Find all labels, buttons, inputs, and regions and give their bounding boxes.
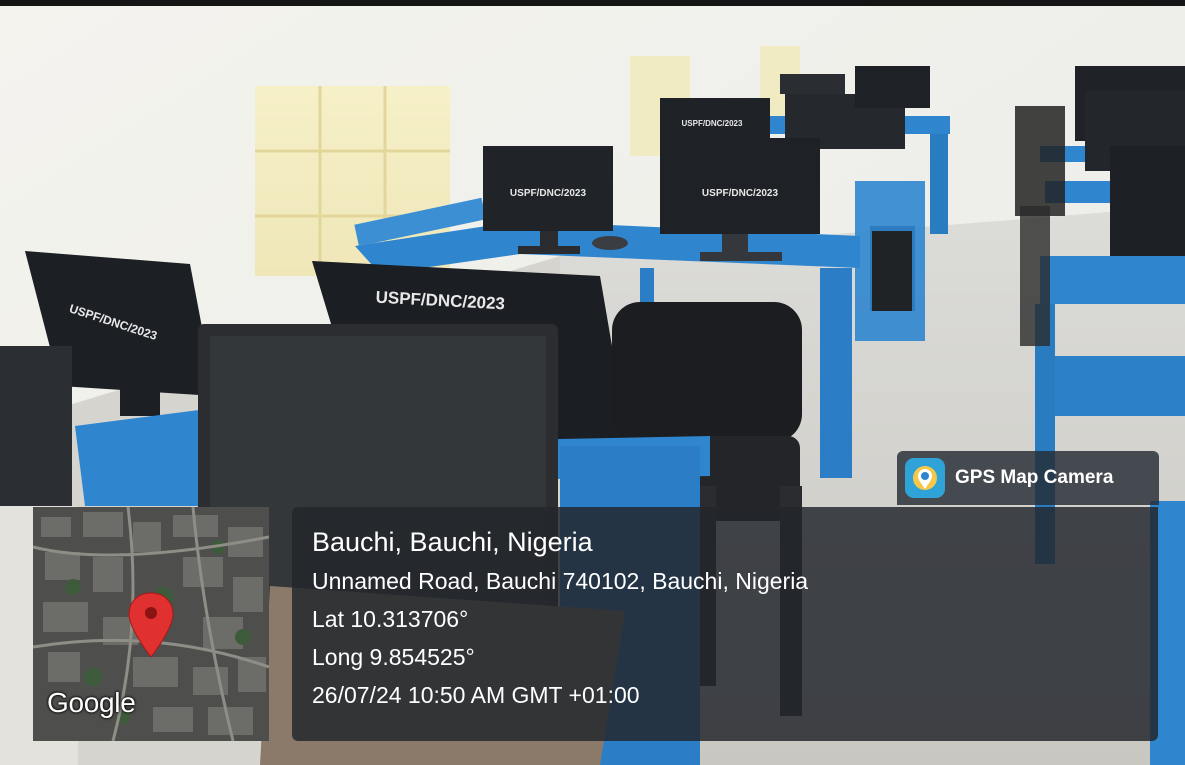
longitude-line: Long 9.854525°	[312, 644, 475, 670]
photo-frame: USPF/DNC/2023 USPF/DNC/2023 USPF/DNC/2023 U…	[0, 0, 1185, 765]
monitor	[660, 138, 820, 234]
place-name: Bauchi, Bauchi, Nigeria	[312, 527, 593, 557]
app-name-label: GPS Map Camera	[955, 467, 1114, 488]
gps-camera-badge: GPS Map Camera	[897, 451, 1159, 505]
google-logo: Google	[47, 687, 136, 718]
monitor-label: USPF/DNC/2023	[702, 188, 779, 199]
monitor	[1110, 146, 1185, 256]
timestamp-line: 26/07/24 10:50 AM GMT +01:00	[312, 682, 640, 708]
desk	[1040, 256, 1185, 304]
location-info-panel: Bauchi, Bauchi, Nigeria Unnamed Road, Ba…	[292, 507, 1158, 741]
monitor-label: USPF/DNC/2023	[510, 188, 587, 199]
map-thumbnail: Google	[33, 507, 269, 741]
address-line: Unnamed Road, Bauchi 740102, Bauchi, Nig…	[312, 568, 809, 594]
gps-camera-app-icon	[905, 458, 945, 498]
latitude-line: Lat 10.313706°	[312, 606, 469, 632]
chair	[612, 302, 802, 442]
pc-tower	[0, 346, 72, 516]
monitor-label: USPF/DNC/2023	[682, 119, 743, 128]
